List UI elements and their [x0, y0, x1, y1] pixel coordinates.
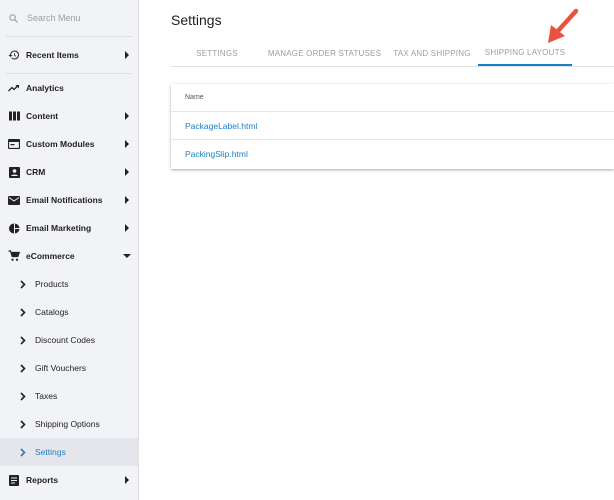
history-icon — [8, 49, 20, 61]
search-menu[interactable]: Search Menu — [0, 0, 138, 36]
sidebar-subitem-label: Taxes — [35, 391, 58, 401]
chevron-right-icon — [123, 224, 131, 232]
contact-icon — [8, 166, 20, 178]
chevron-right-icon — [19, 447, 27, 457]
search-menu-placeholder: Search Menu — [27, 13, 81, 23]
columns-icon — [8, 110, 20, 122]
mail-icon — [8, 194, 20, 206]
tab-manage-order-statuses[interactable]: MANAGE ORDER STATUSES — [263, 40, 386, 66]
table-header-name[interactable]: Name — [171, 84, 614, 112]
main-content: Settings SETTINGS MANAGE ORDER STATUSES … — [139, 0, 614, 500]
chevron-right-icon — [123, 168, 131, 176]
table-row: PackageLabel.html — [171, 112, 614, 140]
chevron-right-icon — [123, 140, 131, 148]
sidebar-subitem-products[interactable]: Products — [0, 270, 138, 298]
sidebar-item-email-notifications[interactable]: Email Notifications — [0, 186, 138, 214]
page-title: Settings — [171, 12, 222, 28]
sidebar-item-label: CRM — [26, 167, 46, 177]
chevron-right-icon — [123, 196, 131, 204]
sidebar-item-label: Email Marketing — [26, 223, 92, 233]
tab-tax-and-shipping[interactable]: TAX AND SHIPPING — [386, 40, 478, 66]
trending-up-icon — [8, 82, 20, 94]
tab-settings[interactable]: SETTINGS — [171, 40, 263, 66]
chevron-right-icon — [19, 279, 27, 289]
chevron-right-icon — [19, 307, 27, 317]
sidebar-item-content[interactable]: Content — [0, 102, 138, 130]
report-icon — [8, 474, 20, 486]
chevron-right-icon — [123, 112, 131, 120]
sidebar-subitem-gift-vouchers[interactable]: Gift Vouchers — [0, 354, 138, 382]
sidebar-subitem-label: Shipping Options — [35, 419, 100, 429]
sidebar-item-label: Recent Items — [26, 50, 79, 60]
layout-link[interactable]: PackingSlip.html — [185, 149, 248, 159]
sidebar-subitem-shipping-options[interactable]: Shipping Options — [0, 410, 138, 438]
sidebar-subitem-label: Settings — [35, 447, 66, 457]
sidebar-item-recent-items[interactable]: Recent Items — [0, 37, 138, 73]
search-icon — [9, 13, 19, 23]
cart-icon — [8, 250, 20, 262]
sidebar-item-custom-modules[interactable]: Custom Modules — [0, 130, 138, 158]
sidebar-item-reports[interactable]: Reports — [0, 466, 138, 494]
chevron-right-icon — [19, 419, 27, 429]
sidebar-subitem-label: Products — [35, 279, 69, 289]
sidebar-item-label: Content — [26, 111, 59, 121]
sidebar: Search Menu Recent Items Analytics Conte… — [0, 0, 139, 500]
sidebar-item-label: Analytics — [26, 83, 64, 93]
sidebar-subitem-taxes[interactable]: Taxes — [0, 382, 138, 410]
sidebar-item-crm[interactable]: CRM — [0, 158, 138, 186]
chevron-right-icon — [123, 51, 131, 59]
annotation-arrow-icon — [548, 8, 579, 43]
sidebar-subitem-catalogs[interactable]: Catalogs — [0, 298, 138, 326]
module-icon — [8, 138, 20, 150]
sidebar-item-ecommerce[interactable]: eCommerce — [0, 242, 138, 270]
chevron-right-icon — [19, 363, 27, 373]
sidebar-subitem-settings[interactable]: Settings — [0, 438, 138, 466]
layouts-table: Name PackageLabel.html PackingSlip.html — [171, 84, 614, 169]
sidebar-subitem-label: Catalogs — [35, 307, 69, 317]
sidebar-item-label: Custom Modules — [26, 139, 95, 149]
chevron-right-icon — [123, 476, 131, 484]
sidebar-subitem-label: Gift Vouchers — [35, 363, 87, 373]
chevron-right-icon — [19, 391, 27, 401]
chevron-right-icon — [19, 335, 27, 345]
layout-link[interactable]: PackageLabel.html — [185, 121, 257, 131]
sidebar-item-analytics[interactable]: Analytics — [0, 74, 138, 102]
sidebar-item-label: eCommerce — [26, 251, 75, 261]
sidebar-item-label: Reports — [26, 475, 59, 485]
chevron-down-icon — [123, 252, 131, 260]
sidebar-item-email-marketing[interactable]: Email Marketing — [0, 214, 138, 242]
sidebar-subitem-label: Discount Codes — [35, 335, 96, 345]
pie-chart-icon — [8, 222, 20, 234]
sidebar-subitem-discount-codes[interactable]: Discount Codes — [0, 326, 138, 354]
table-row: PackingSlip.html — [171, 140, 614, 168]
sidebar-item-label: Email Notifications — [26, 195, 103, 205]
